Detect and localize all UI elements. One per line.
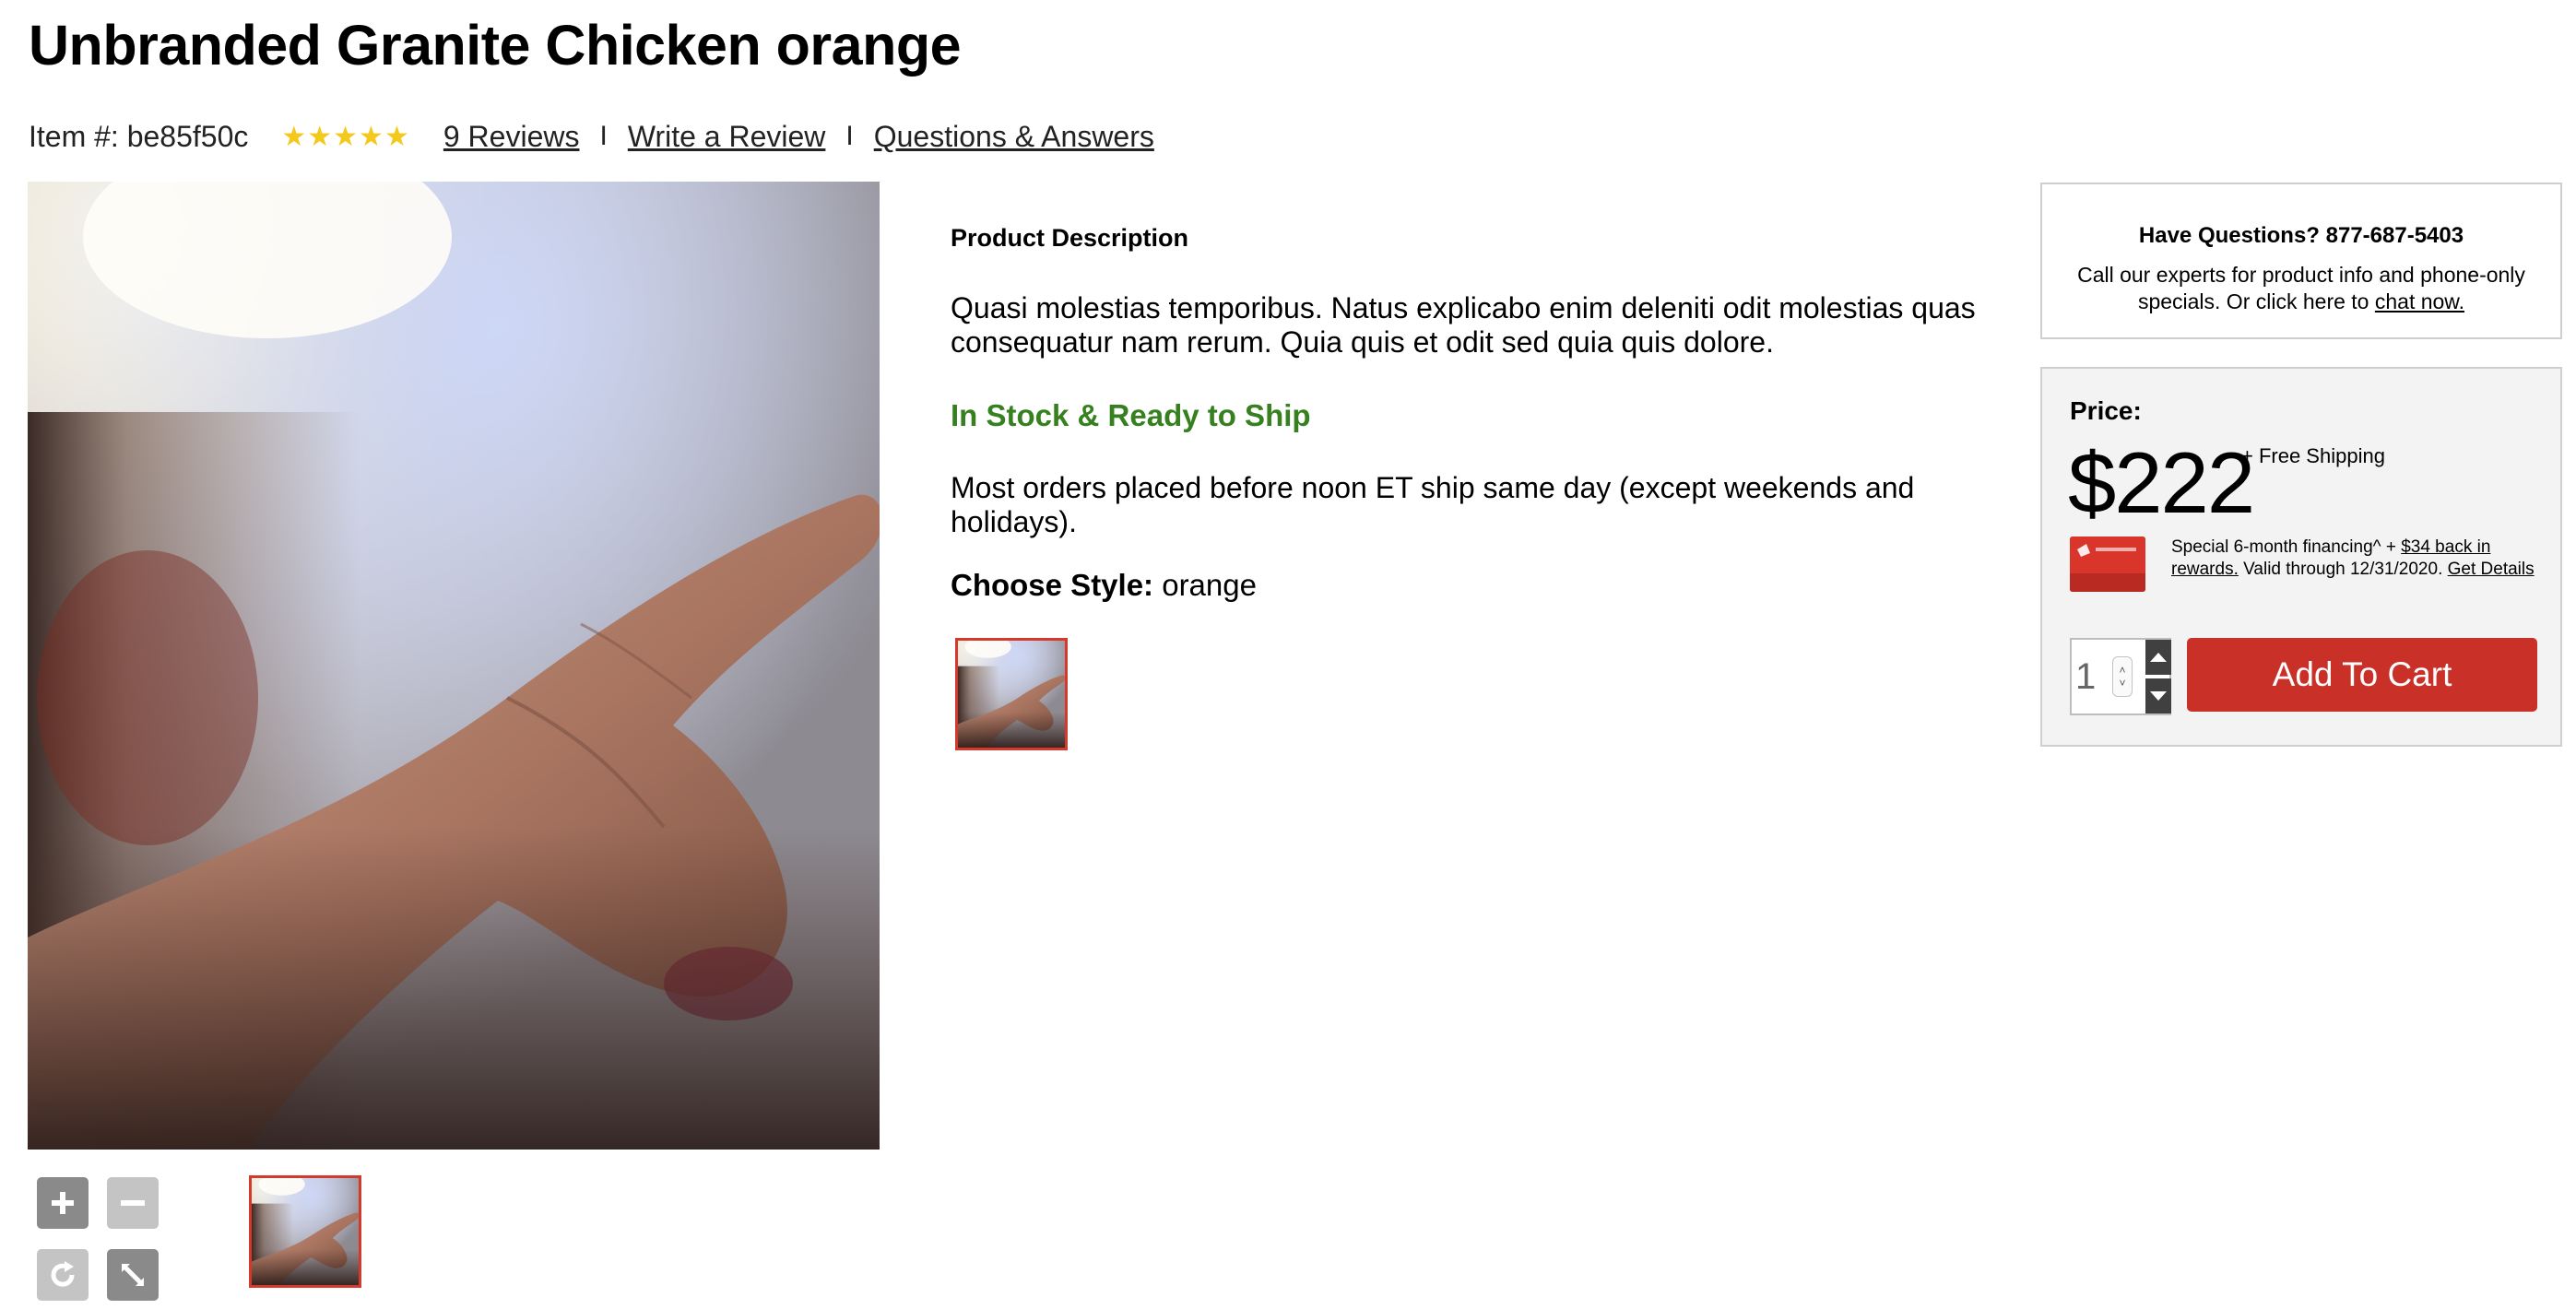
shipping-note: Most orders placed before noon ET ship s… [951,471,1915,538]
product-meta: Item #: be85f50c ★★★★★ 9 Reviews I Write… [29,111,1154,162]
questions-title: Have Questions? 877-687-5403 [2138,223,2464,248]
valid-through-text: Valid through 12/31/2020. [2243,560,2443,579]
chevron-down-icon: ˅ [2119,677,2126,690]
stock-status: In Stock & Ready to Ship [951,398,1311,432]
minus-icon[interactable] [107,1177,159,1229]
image-zoom-controls [35,1175,164,1304]
style-selector-label: Choose Style: orange [951,568,1257,603]
description-text: Quasi molestias temporibus. Natus explic… [951,291,1976,359]
financing-offer: Special 6-month financing^ + $34 back in… [2171,537,2540,581]
item-number: Item #: be85f50c [29,119,249,153]
style-label: Choose Style: [951,568,1154,602]
write-review-link[interactable]: Write a Review [628,120,826,154]
separator: I [599,121,608,151]
description-heading: Product Description [951,224,1189,252]
free-shipping-label: + Free Shipping [2241,444,2385,467]
arrow-up-icon [2150,653,2167,662]
arrow-down-icon [2150,691,2167,701]
quantity-stepper: ˄ ˅ [2070,638,2171,715]
separator: I [845,121,854,151]
style-value: orange [1162,568,1257,602]
product-title: Unbranded Granite Chicken orange [29,14,962,77]
price-box: Price: $222 + Free Shipping Special 6-mo… [2040,367,2562,747]
product-main-image[interactable] [28,182,880,1150]
price-value: $222 [2068,434,2255,531]
credit-card-image [2070,537,2145,592]
plus-icon[interactable] [37,1177,89,1229]
quantity-increase-button[interactable] [2145,640,2171,675]
reviews-link[interactable]: 9 Reviews [443,120,580,154]
get-details-link[interactable]: Get Details [2448,560,2535,579]
quantity-input[interactable] [2075,647,2112,706]
expand-icon[interactable] [107,1249,159,1301]
questions-text: Call our experts for product info and ph… [2071,262,2532,315]
add-to-cart-button[interactable]: Add To Cart [2187,638,2537,712]
chat-now-link[interactable]: chat now. [2375,289,2464,313]
rating-stars: ★★★★★ [281,121,410,152]
rotate-icon[interactable] [37,1249,89,1301]
chevron-up-icon: ˄ [2119,664,2126,677]
quantity-decrease-button[interactable] [2145,678,2171,713]
quantity-spinner[interactable]: ˄ ˅ [2112,656,2133,697]
questions-box: Have Questions? 877-687-5403 Call our ex… [2040,183,2562,339]
style-swatch-orange[interactable] [955,638,1068,750]
gallery-thumbnail[interactable] [249,1175,361,1288]
financing-text: Special 6-month financing^ + [2171,537,2396,557]
price-label: Price: [2070,396,2142,425]
questions-answers-link[interactable]: Questions & Answers [874,120,1154,154]
